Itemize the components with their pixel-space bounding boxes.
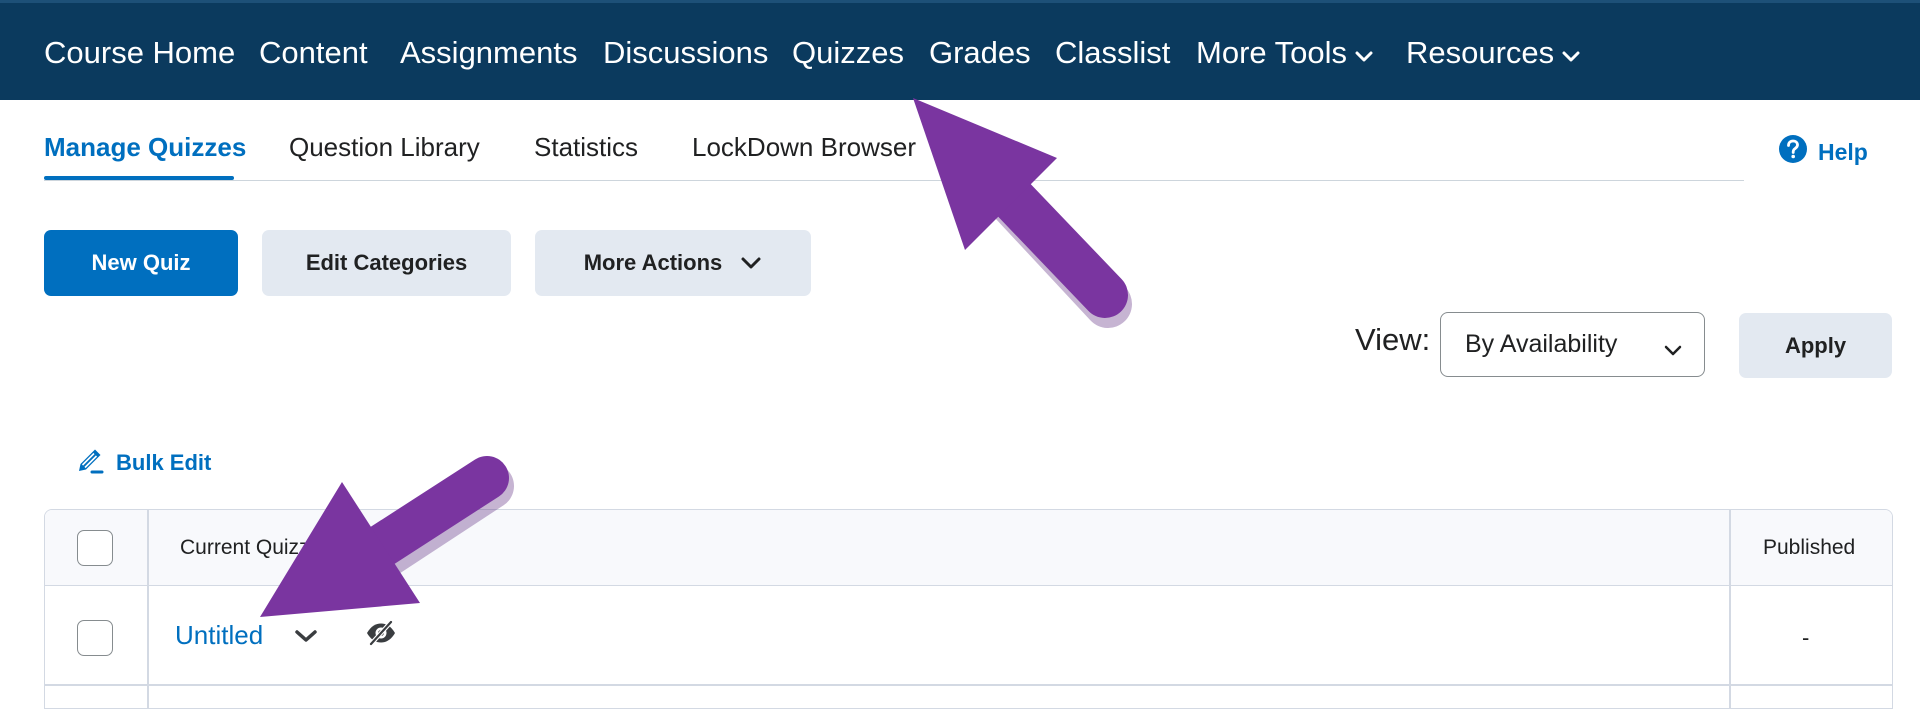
more-actions-button[interactable]: More Actions [535,230,811,296]
help-label: Help [1818,138,1868,165]
apply-button[interactable]: Apply [1739,313,1892,378]
row-checkbox[interactable] [77,620,113,656]
more-actions-label: More Actions [583,250,723,275]
nav-course-home[interactable]: Course Home [44,35,235,71]
nav-resources[interactable]: Resources [1406,35,1580,71]
column-divider [1729,510,1731,708]
chevron-down-icon [1355,35,1373,71]
tab-lockdown-browser[interactable]: LockDown Browser [692,132,916,163]
tabs-divider [44,180,1744,181]
view-select-value: By Availability [1465,330,1618,358]
help-circle-icon [1778,134,1808,170]
nav-discussions[interactable]: Discussions [603,35,768,71]
nav-more-tools[interactable]: More Tools [1196,35,1373,71]
bulk-edit-label: Bulk Edit [116,450,212,475]
select-all-checkbox[interactable] [77,530,113,566]
nav-classlist[interactable]: Classlist [1055,35,1170,71]
nav-more-tools-label: More Tools [1196,35,1348,70]
chevron-down-icon [740,250,762,276]
row-divider [45,684,1892,686]
view-label: View: [1355,322,1431,357]
active-tab-indicator [44,176,234,180]
tab-statistics[interactable]: Statistics [534,132,638,163]
published-status: - [1802,625,1810,650]
bulk-edit-link[interactable]: Bulk Edit [74,444,211,482]
hidden-eye-icon [364,616,398,655]
view-select[interactable]: By Availability [1440,312,1705,377]
column-header-published: Published [1763,536,1856,559]
chevron-down-icon [1664,335,1682,364]
chevron-down-icon[interactable] [293,628,319,649]
pencil-icon [74,444,106,482]
column-header-current-quizzes: Current Quizzes [180,536,332,559]
nav-content[interactable]: Content [259,35,368,71]
new-quiz-button[interactable]: New Quiz [44,230,238,296]
annotation-arrow-icon [913,98,1132,328]
nav-assignments[interactable]: Assignments [400,35,577,71]
chevron-down-icon [1562,35,1580,71]
column-divider [147,510,149,708]
quiz-table: Current Quizzes Published Untitled - [44,509,1893,709]
edit-categories-button[interactable]: Edit Categories [262,230,511,296]
top-navigation-bar: Course Home Content Assignments Discussi… [0,0,1920,100]
tab-manage-quizzes[interactable]: Manage Quizzes [44,132,246,163]
nav-resources-label: Resources [1406,35,1555,70]
quiz-title-link[interactable]: Untitled [175,620,263,651]
nav-quizzes[interactable]: Quizzes [792,35,904,71]
nav-grades[interactable]: Grades [929,35,1031,71]
help-link[interactable]: Help [1778,134,1868,170]
tab-question-library[interactable]: Question Library [289,132,480,163]
